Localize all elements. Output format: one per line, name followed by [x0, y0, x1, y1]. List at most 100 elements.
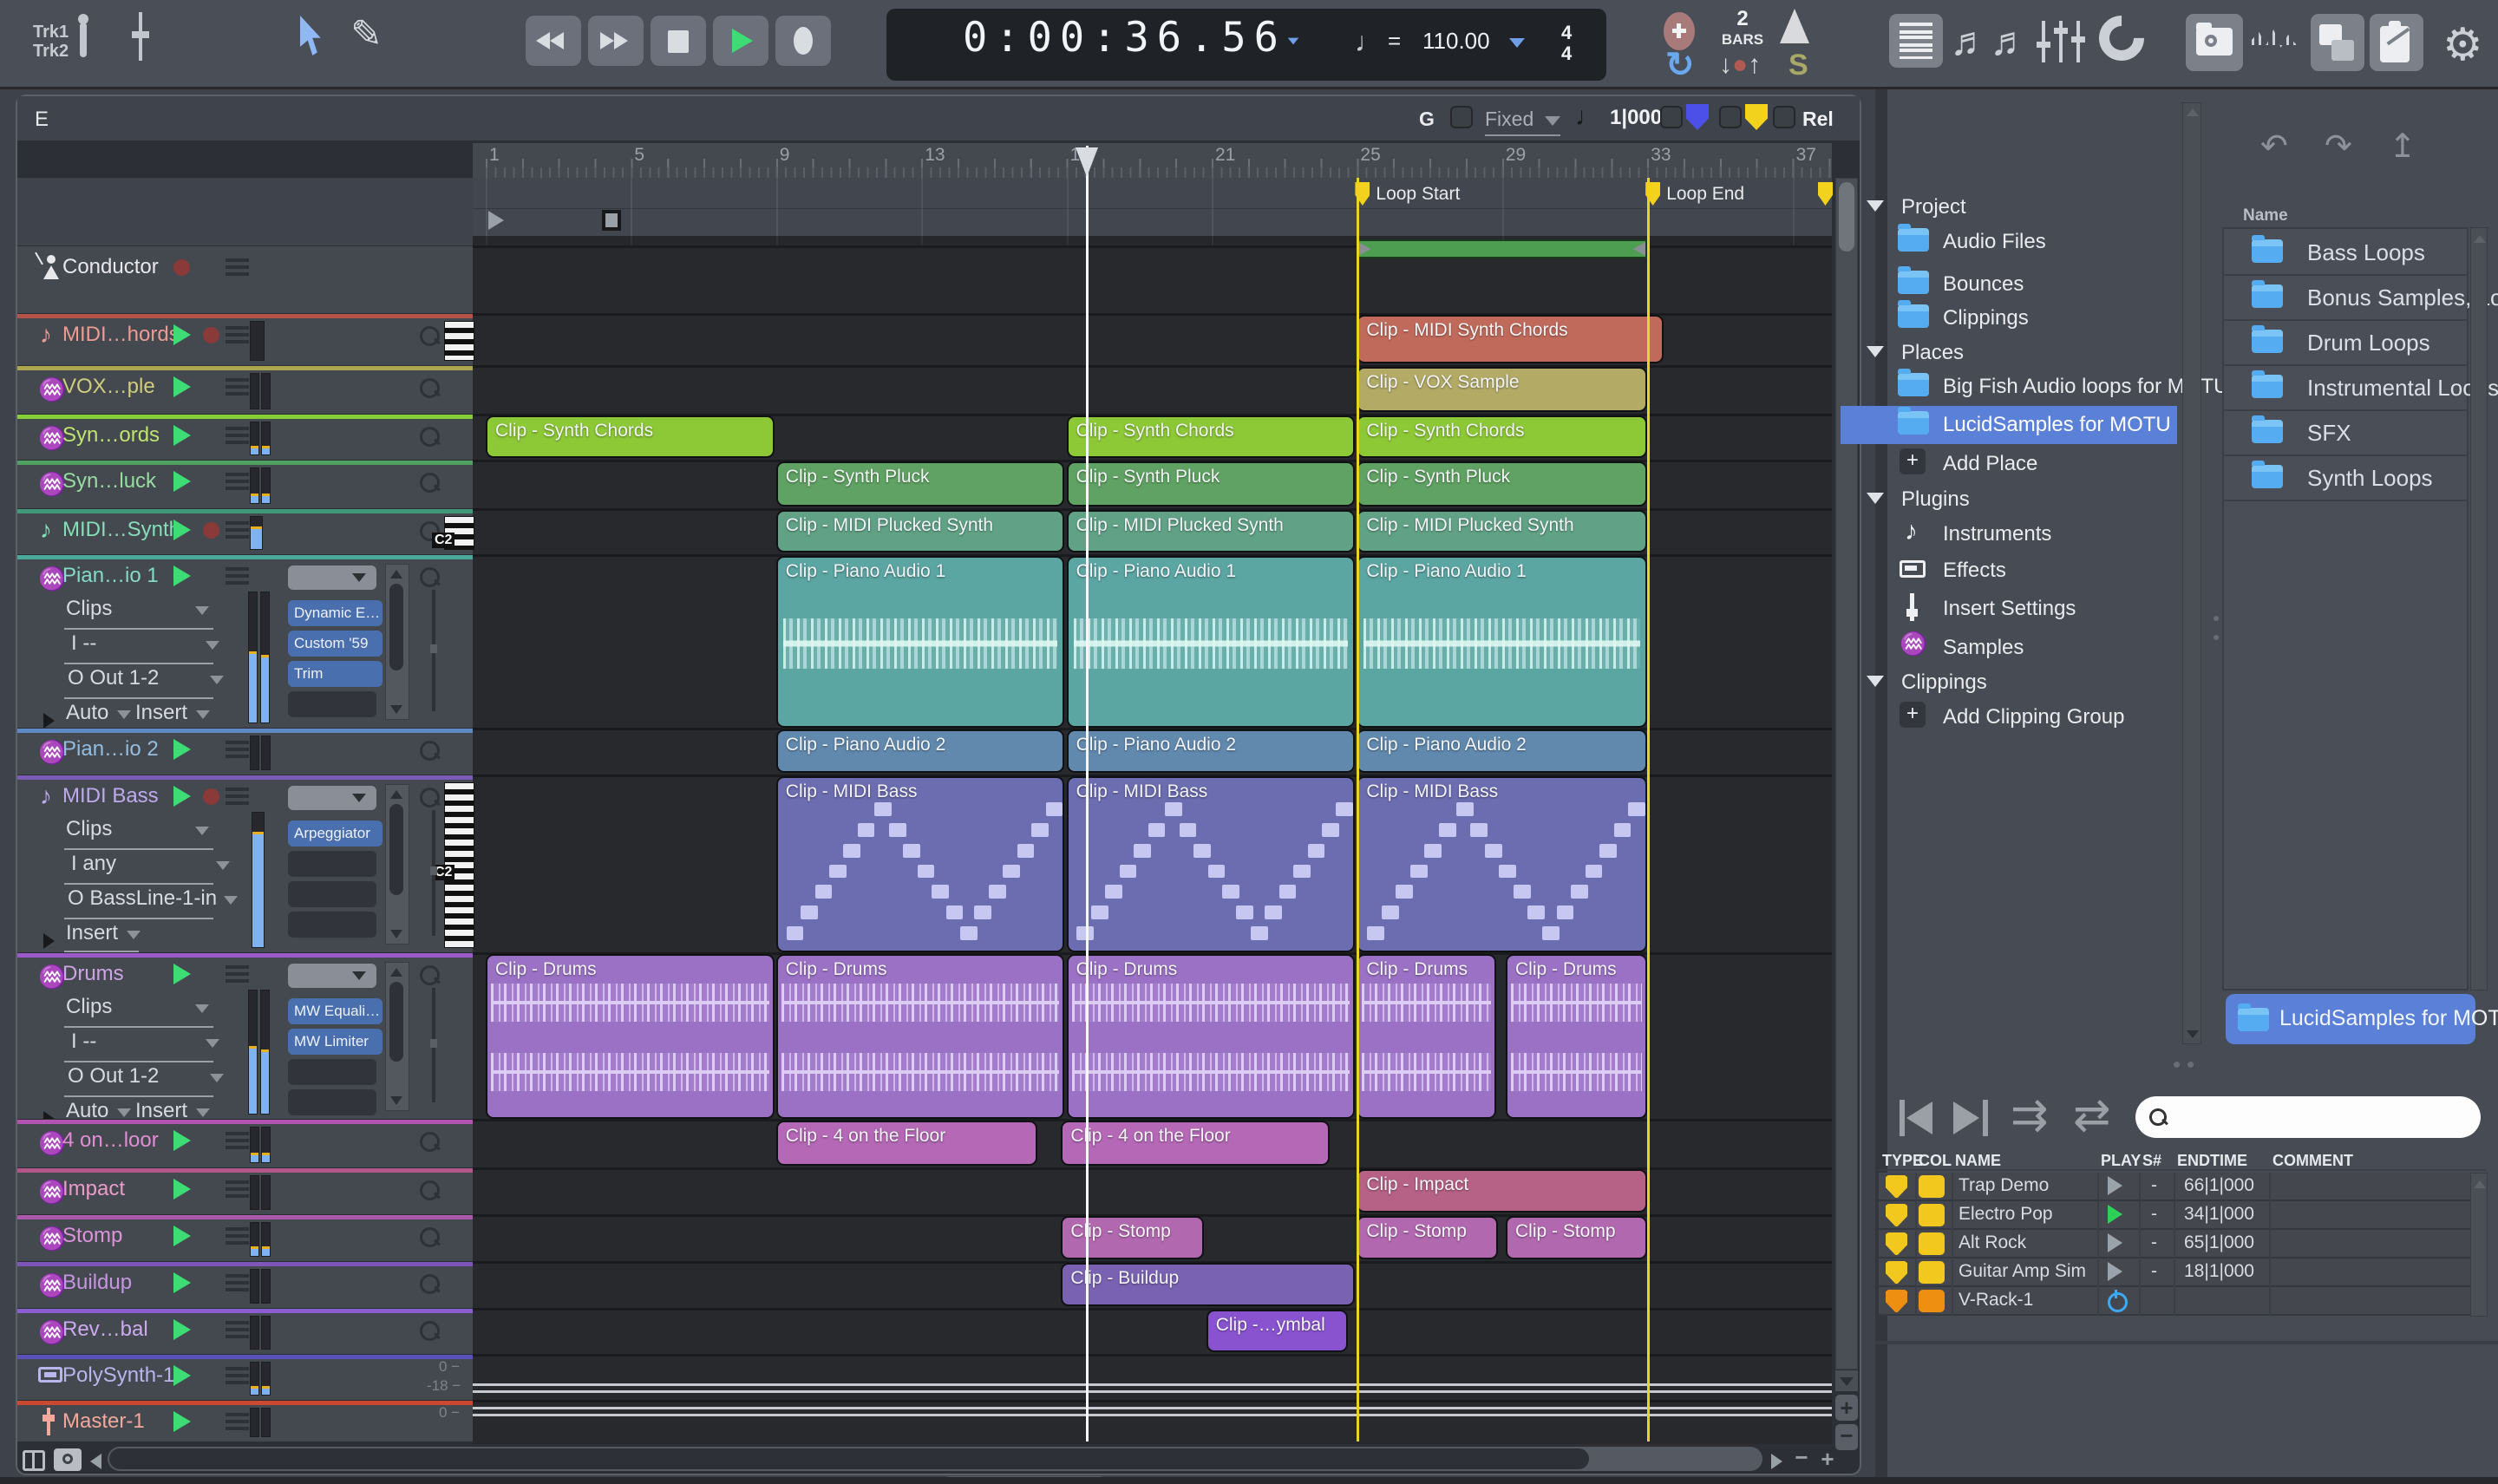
track-header-rev-bal[interactable]: ♒Rev…bal: [17, 1308, 473, 1354]
play-button[interactable]: [713, 16, 768, 66]
mini-keyboard-icon[interactable]: [444, 321, 474, 361]
clipping-row-v-rack-1[interactable]: V-Rack-1: [1879, 1287, 2486, 1316]
track-record-button[interactable]: [203, 522, 219, 539]
track-meter[interactable]: [260, 592, 270, 723]
h-zoom-out-button[interactable]: −: [1790, 1447, 1813, 1471]
track-meter[interactable]: [261, 1316, 271, 1350]
clips-grid[interactable]: Clip - MIDI Synth ChordsClip - VOX Sampl…: [473, 236, 1832, 1442]
clip[interactable]: Clip -…ymbal: [1206, 1310, 1348, 1352]
clipping-row-trap-demo[interactable]: Trap Demo-66|1|000: [1879, 1173, 2486, 1201]
editor-vertical-scrollbar[interactable]: [1835, 178, 1858, 1370]
queue-next-icon[interactable]: ⇉: [2011, 1089, 2049, 1141]
track-header-drums[interactable]: ♒DrumsClipsI --O Out 1-2AutoInsertMW Equ…: [17, 952, 473, 1119]
insert-bank-dropdown[interactable]: [288, 786, 376, 810]
clipping-color-swatch[interactable]: [1919, 1204, 1945, 1226]
bar-ruler[interactable]: 15913172125293337: [473, 143, 1832, 178]
clip[interactable]: Clip - Synth Pluck: [1067, 461, 1356, 507]
insert-slot[interactable]: [288, 1089, 376, 1115]
track-name[interactable]: Syn…ords: [62, 423, 160, 448]
loop-bar-right-handle[interactable]: [1633, 242, 1645, 256]
track-name[interactable]: Buildup: [62, 1271, 132, 1295]
clip[interactable]: Clip - MIDI Synth Chords: [1357, 315, 1663, 363]
track-menu-icon[interactable]: [226, 258, 249, 276]
insert-bank-dropdown[interactable]: [288, 565, 376, 590]
grid-position-value[interactable]: 1|000: [1610, 106, 1662, 130]
redo-icon[interactable]: ↷: [2325, 127, 2352, 166]
track-meter[interactable]: [250, 1269, 259, 1304]
clip[interactable]: Clip - Drums: [1067, 954, 1356, 1119]
tempo-dropdown-icon[interactable]: [1509, 36, 1525, 52]
clip[interactable]: Clip - Piano Audio 2: [1067, 729, 1356, 773]
track-name[interactable]: MIDI Bass: [62, 784, 159, 808]
go-last-button[interactable]: [1953, 1096, 1993, 1140]
memory-play-marker-icon[interactable]: [488, 211, 504, 230]
track-name[interactable]: Conductor: [62, 255, 159, 279]
grid-row-polysynth-1[interactable]: [473, 1354, 1832, 1402]
track-name[interactable]: MIDI…hords: [62, 323, 180, 347]
up-folder-icon[interactable]: ↥: [2389, 127, 2416, 166]
track-name[interactable]: Impact: [62, 1177, 125, 1201]
track-meter[interactable]: [261, 1175, 271, 1210]
track-insert-dropdown[interactable]: Insert: [66, 921, 141, 945]
track-meter[interactable]: [250, 1175, 259, 1210]
memory-stop-marker-icon[interactable]: [602, 210, 621, 231]
clip[interactable]: Clip - Impact: [1357, 1169, 1647, 1213]
track-header-midi-bass[interactable]: ♪MIDI BassC2ClipsI anyO BassLine-1-inIns…: [17, 775, 473, 952]
insert-slot[interactable]: Arpeggiator: [288, 820, 383, 847]
clip[interactable]: Clip - MIDI Plucked Synth: [1357, 510, 1647, 552]
track-zoom-icon[interactable]: [420, 378, 440, 398]
track-meter[interactable]: [248, 990, 258, 1115]
midi-view-button[interactable]: ♬♬: [1950, 17, 2030, 64]
snapshot-camera-icon[interactable]: [54, 1448, 82, 1471]
insert-slot[interactable]: [288, 1059, 376, 1085]
playhead[interactable]: [1086, 146, 1089, 1442]
track-meter[interactable]: [261, 373, 271, 409]
clip[interactable]: Clip - Piano Audio 1: [1357, 556, 1647, 728]
track-meter[interactable]: [261, 467, 271, 504]
track-menu-icon[interactable]: [226, 1274, 249, 1291]
track-play-button[interactable]: [173, 1319, 191, 1340]
file-row-bass-loops[interactable]: Bass Loops: [2224, 229, 2467, 276]
clip[interactable]: Clip - VOX Sample: [1357, 367, 1647, 412]
track-header-stomp[interactable]: ♒Stomp: [17, 1214, 473, 1261]
track-input-dropdown[interactable]: I --: [71, 1030, 219, 1054]
track-header-master-1[interactable]: Master-10 −: [17, 1400, 473, 1442]
track-meter[interactable]: [248, 592, 258, 723]
loop-playback-icon[interactable]: ↻: [1665, 45, 1695, 85]
clip[interactable]: Clip - Synth Chords: [1357, 415, 1647, 458]
track-zoom-icon[interactable]: [420, 788, 440, 807]
clip[interactable]: Clip - Stomp: [1506, 1216, 1647, 1259]
track-meter[interactable]: [250, 1362, 259, 1396]
track-header-pian-io-2[interactable]: ♒Pian…io 2: [17, 728, 473, 775]
clip[interactable]: Clip - Synth Chords: [1067, 415, 1356, 458]
clip[interactable]: Clip - Synth Pluck: [1357, 461, 1647, 507]
rel-checkbox[interactable]: [1773, 106, 1795, 128]
insert-slot[interactable]: [288, 881, 376, 907]
track-play-button[interactable]: [173, 964, 191, 984]
tree-caret-icon[interactable]: [1867, 493, 1884, 504]
track-meter[interactable]: [260, 990, 270, 1115]
insert-slot[interactable]: MW Limiter: [288, 1029, 383, 1055]
track-play-button[interactable]: [173, 324, 191, 345]
pencil-tool-icon[interactable]: ✎: [350, 12, 383, 56]
marker-blue-checkbox[interactable]: [1660, 106, 1683, 128]
track-play-button[interactable]: [173, 1272, 191, 1293]
clipping-row-alt-rock[interactable]: Alt Rock-65|1|000: [1879, 1230, 2486, 1258]
track-menu-icon[interactable]: [226, 427, 249, 444]
track-output-dropdown[interactable]: O BassLine-1-in: [68, 886, 238, 911]
track-menu-icon[interactable]: [226, 1321, 249, 1338]
browser-button[interactable]: [2186, 14, 2243, 71]
clip[interactable]: Clip - Piano Audio 1: [776, 556, 1065, 728]
grid-note-icon[interactable]: ♩: [1575, 102, 1601, 132]
clip[interactable]: Clip - Stomp: [1061, 1216, 1204, 1259]
track-header-buildup[interactable]: ♒Buildup: [17, 1261, 473, 1308]
loop-bar-left-handle[interactable]: [1358, 242, 1370, 256]
grid-mode-dropdown[interactable]: Fixed: [1485, 108, 1560, 136]
insert-slot[interactable]: Custom '59: [288, 631, 383, 657]
vrack-power-icon[interactable]: [2108, 1292, 2128, 1312]
track-play-button[interactable]: [173, 520, 191, 540]
track-meter[interactable]: [261, 1362, 271, 1396]
track-zoom-icon[interactable]: [420, 427, 440, 447]
clip[interactable]: Clip - MIDI Bass: [1067, 776, 1356, 952]
slave-sync-icon[interactable]: S: [1788, 49, 1808, 82]
